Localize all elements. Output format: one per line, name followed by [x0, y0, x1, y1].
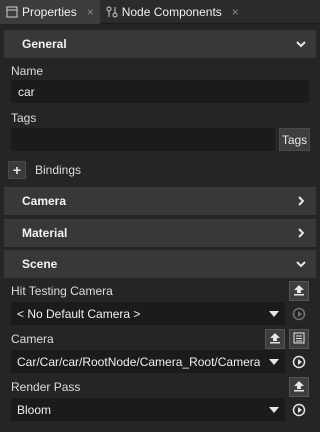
bindings-label: Bindings — [35, 163, 82, 177]
name-label: Name — [11, 64, 44, 78]
chevron-down-icon — [269, 406, 279, 413]
camera-select[interactable]: Car/Car/car/RootNode/Camera_Root/Camera — [11, 350, 285, 373]
chevron-down-icon — [294, 37, 308, 51]
tags-field[interactable] — [11, 128, 275, 151]
reset-icon[interactable] — [289, 352, 309, 372]
panel-tab-bar: Properties × Node Components × — [0, 0, 320, 24]
chevron-down-icon — [269, 358, 279, 365]
upload-button[interactable] — [289, 281, 309, 301]
render-pass-label: Render Pass — [11, 380, 81, 394]
section-material-title: Material — [22, 226, 68, 240]
chevron-down-icon — [269, 310, 279, 317]
upload-button[interactable] — [265, 329, 285, 349]
hit-testing-camera-select[interactable]: < No Default Camera > — [11, 302, 285, 325]
components-icon — [106, 6, 118, 18]
upload-icon — [293, 380, 305, 395]
chevron-right-icon — [294, 194, 308, 208]
chevron-down-icon — [294, 257, 308, 271]
properties-panel: General Name car Tags Tags + Bindings Ca… — [0, 24, 320, 432]
section-material-header[interactable]: Material — [4, 219, 316, 247]
name-field[interactable]: car — [11, 80, 309, 103]
add-binding-button[interactable]: + — [8, 161, 26, 179]
tab-node-components[interactable]: Node Components × — [100, 0, 245, 24]
section-general-header[interactable]: General — [4, 30, 316, 58]
tags-label: Tags — [11, 111, 37, 125]
section-scene-title: Scene — [22, 257, 58, 271]
section-general-title: General — [22, 37, 67, 51]
tab-properties[interactable]: Properties × — [0, 0, 100, 24]
list-icon — [293, 332, 305, 347]
close-icon[interactable]: × — [87, 5, 94, 19]
tab-properties-label: Properties — [22, 5, 77, 19]
render-pass-select[interactable]: Bloom — [11, 398, 285, 421]
close-icon[interactable]: × — [232, 5, 239, 19]
reset-icon[interactable] — [289, 304, 309, 324]
section-camera-header[interactable]: Camera — [4, 187, 316, 215]
plus-icon: + — [12, 162, 22, 178]
camera-label: Camera — [11, 332, 54, 346]
hit-testing-camera-label: Hit Testing Camera — [11, 284, 113, 298]
upload-button[interactable] — [289, 377, 309, 397]
reset-icon[interactable] — [289, 400, 309, 420]
render-pass-value: Bloom — [17, 402, 52, 417]
camera-value: Car/Car/car/RootNode/Camera_Root/Camera — [17, 354, 261, 369]
upload-icon — [293, 284, 305, 299]
section-camera-title: Camera — [22, 194, 67, 208]
chevron-right-icon — [294, 226, 308, 240]
hit-testing-camera-value: < No Default Camera > — [17, 306, 141, 321]
section-scene-header[interactable]: Scene — [4, 250, 316, 278]
tab-node-components-label: Node Components — [121, 5, 222, 19]
upload-icon — [269, 332, 281, 347]
panel-icon — [6, 6, 18, 18]
browse-button[interactable] — [289, 329, 309, 349]
tags-button[interactable]: Tags — [279, 128, 310, 151]
